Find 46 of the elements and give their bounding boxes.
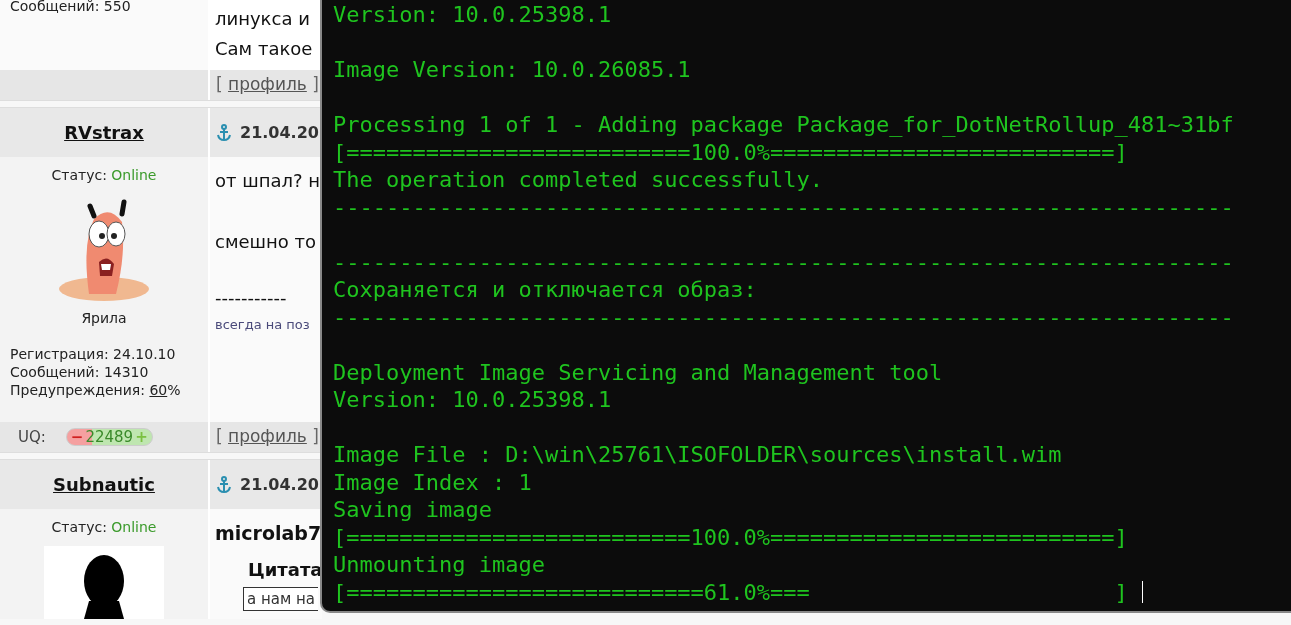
post-text: смешно то	[215, 230, 318, 254]
terminal-line: Image File : D:\win\25761\ISOFOLDER\sources\install.wim	[333, 441, 1062, 469]
terminal-line: [===========================61.0%=== ]	[333, 578, 1128, 606]
user-stat: Регистрация: 24.10.10	[10, 345, 177, 363]
post-text: от шпал? н	[215, 169, 321, 193]
warnings-link[interactable]: 60	[149, 382, 168, 398]
user-stat: Сообщений: 14310	[10, 363, 150, 381]
terminal-line: The operation completed successfully.	[333, 166, 824, 194]
terminal-line: Saving image	[333, 496, 492, 524]
post-text: Сам такое	[215, 37, 314, 61]
post-text: линукса и	[215, 7, 311, 31]
anchor-icon[interactable]	[216, 123, 232, 142]
user-stat: Сообщений: 550	[10, 0, 132, 16]
terminal-line: Deployment Image Servicing and Management tool	[333, 358, 943, 386]
terminal-line: --------------------------------------------------------------------	[333, 248, 1234, 276]
terminal-line: Unmounting image	[333, 551, 545, 579]
terminal-line: Processing 1 of 1 - Adding package Package_for_DotNetRollup_481~31bf	[333, 111, 1234, 139]
quote-text: а нам на	[243, 586, 319, 611]
author-name[interactable]: Subnautic	[53, 471, 155, 498]
terminal-line: Image Version: 10.0.26085.1	[333, 56, 691, 84]
terminal-line: --------------------------------------------------------------------	[333, 303, 1234, 331]
user-warnings: Предупреждения: 60%	[10, 381, 182, 399]
rating-value: 22489	[85, 429, 134, 445]
terminal-line: Version: 10.0.25398.1	[333, 386, 612, 414]
user-status: Статус: Online	[51, 166, 157, 185]
signature-rule: -----------	[215, 289, 288, 307]
post-date: 21.04.20	[240, 121, 319, 144]
profile-link[interactable]: профиль	[228, 74, 307, 95]
user-rank: Ярила	[81, 309, 127, 328]
author-name[interactable]: RVstrax	[64, 119, 144, 146]
post-date: 21.04.20	[240, 473, 319, 496]
terminal-line: Сохраняется и отключается образ:	[333, 276, 757, 304]
terminal-line: --------------------------------------------------------------------	[333, 193, 1234, 221]
quote-title: Цитата	[248, 557, 323, 582]
signature-text: всегда на поз	[215, 316, 311, 334]
post-title: microlab7	[215, 521, 323, 546]
profile-link[interactable]: профиль	[228, 426, 307, 447]
terminal-line: Version: 10.0.25398.1	[333, 1, 612, 29]
profile-links: [ профиль ]	[216, 73, 319, 97]
uq-label: UQ:	[18, 426, 46, 448]
terminal-line: [==========================100.0%==========================]	[333, 523, 1128, 551]
terminal-line: [==========================100.0%==========================]	[333, 138, 1128, 166]
profile-links: [ профиль ]	[216, 425, 319, 449]
terminal-line: Image Index : 1	[333, 468, 532, 496]
anchor-icon[interactable]	[216, 475, 232, 494]
user-status: Статус: Online	[51, 518, 157, 537]
